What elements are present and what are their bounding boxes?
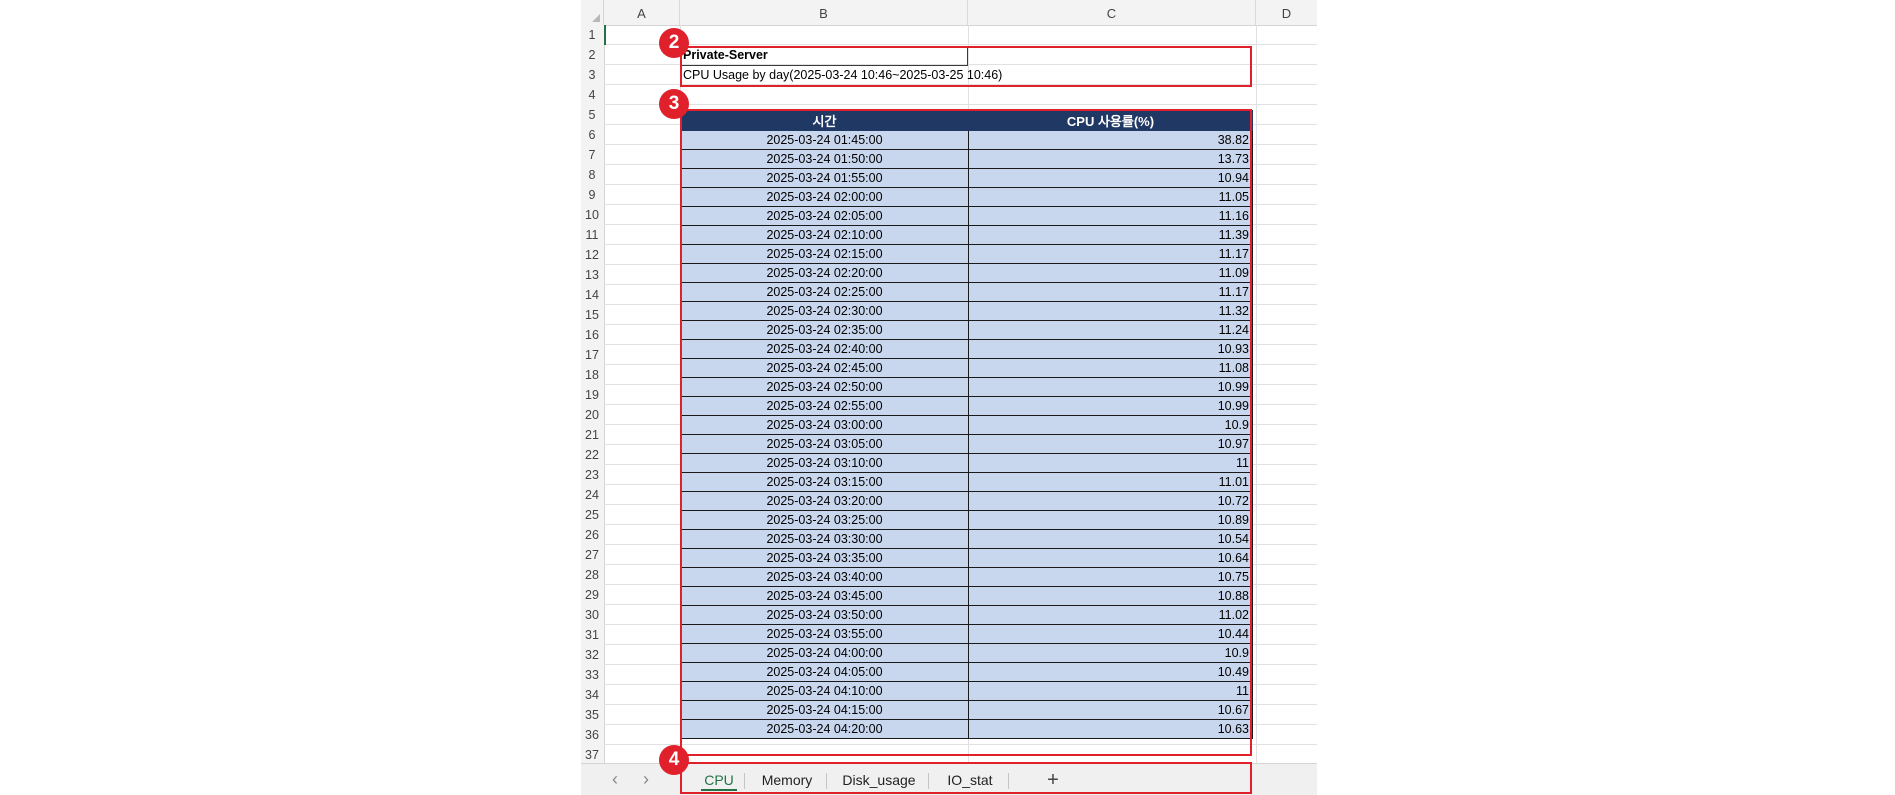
row-header[interactable]: 31 [581, 625, 603, 645]
row-header[interactable]: 34 [581, 685, 603, 705]
row-header[interactable]: 10 [581, 205, 603, 225]
row-header[interactable]: 27 [581, 545, 603, 565]
annotation-box-table [680, 109, 1252, 756]
row-header[interactable]: 21 [581, 425, 603, 445]
chevron-left-icon[interactable]: ‹ [605, 769, 625, 789]
row-header[interactable]: 28 [581, 565, 603, 585]
row-header[interactable]: 26 [581, 525, 603, 545]
chevron-right-icon[interactable]: › [636, 769, 656, 789]
row-header[interactable]: 16 [581, 325, 603, 345]
column-header-d[interactable]: D [1256, 0, 1317, 25]
row-header[interactable]: 5 [581, 105, 603, 125]
annotation-box-tabs [680, 762, 1252, 794]
column-header-a[interactable]: A [604, 0, 680, 25]
row-header[interactable]: 7 [581, 145, 603, 165]
row-header[interactable]: 12 [581, 245, 603, 265]
annotation-badge-2: 2 [659, 28, 689, 58]
row-header[interactable]: 1 [581, 25, 603, 45]
row-header[interactable]: 32 [581, 645, 603, 665]
row-header[interactable]: 23 [581, 465, 603, 485]
spreadsheet-window: A B C D 1 2 3 4 5 6 7 8 9 10 11 12 13 14 15 16 17 18 19 20 2… [581, 0, 1317, 795]
column-header-b[interactable]: B [680, 0, 968, 25]
row-header[interactable]: 20 [581, 405, 603, 425]
row-header[interactable]: 2 [581, 45, 603, 65]
column-header-bar: A B C D [581, 0, 1317, 26]
annotation-badge-4: 4 [659, 745, 689, 775]
row-header-bar: 1 2 3 4 5 6 7 8 9 10 11 12 13 14 15 16 17 18 19 20 21 22 23 24 2… [581, 25, 605, 765]
annotation-box-title [680, 46, 1252, 87]
row-header[interactable]: 24 [581, 485, 603, 505]
select-all-corner[interactable] [581, 0, 604, 25]
row-header[interactable]: 15 [581, 305, 603, 325]
row-header[interactable]: 25 [581, 505, 603, 525]
annotation-badge-3: 3 [659, 89, 689, 119]
row-header[interactable]: 3 [581, 65, 603, 85]
row-header[interactable]: 29 [581, 585, 603, 605]
row-header[interactable]: 37 [581, 745, 603, 765]
row-header[interactable]: 30 [581, 605, 603, 625]
row-header[interactable]: 8 [581, 165, 603, 185]
row-header[interactable]: 11 [581, 225, 603, 245]
row-header[interactable]: 22 [581, 445, 603, 465]
column-header-c[interactable]: C [968, 0, 1256, 25]
row-header[interactable]: 35 [581, 705, 603, 725]
row-header[interactable]: 36 [581, 725, 603, 745]
row-header[interactable]: 4 [581, 85, 603, 105]
row-header[interactable]: 13 [581, 265, 603, 285]
row-header[interactable]: 19 [581, 385, 603, 405]
row-header[interactable]: 6 [581, 125, 603, 145]
row-header[interactable]: 17 [581, 345, 603, 365]
row-header[interactable]: 9 [581, 185, 603, 205]
row-header[interactable]: 33 [581, 665, 603, 685]
active-cell-indicator [604, 25, 606, 45]
row-header[interactable]: 18 [581, 365, 603, 385]
row-header[interactable]: 14 [581, 285, 603, 305]
